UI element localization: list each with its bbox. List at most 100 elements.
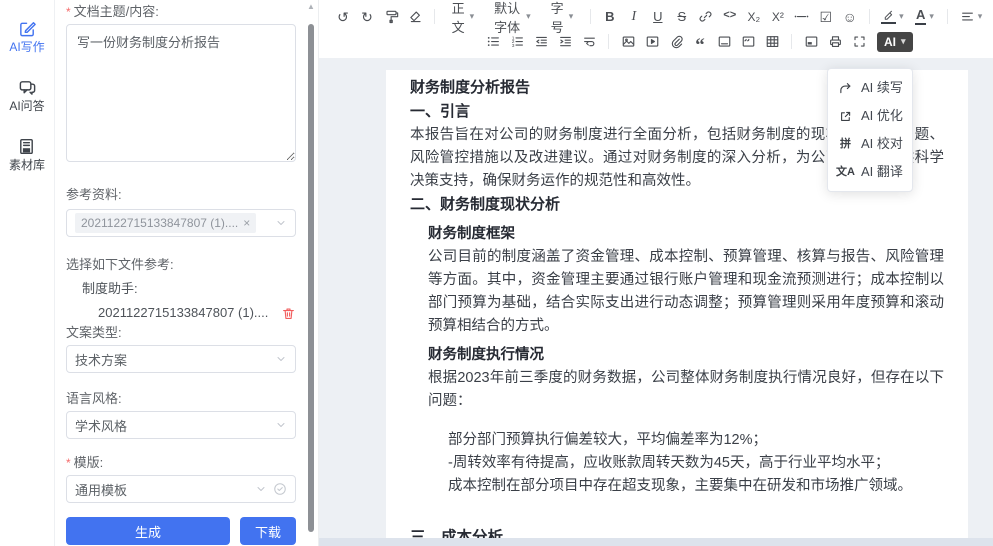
required-marker: *	[66, 4, 71, 20]
chevron-down-icon	[275, 217, 287, 229]
file-group-label: 制度助手:	[66, 281, 296, 297]
reference-label: 参考资料:	[66, 187, 296, 203]
format-painter-icon[interactable]	[380, 6, 402, 28]
task-list-icon[interactable]: ☑	[815, 6, 837, 28]
code-block-icon[interactable]	[737, 31, 759, 53]
divider-icon[interactable]	[713, 31, 735, 53]
horizontal-rule-icon[interactable]	[791, 6, 813, 28]
app-window: AI写作 AI问答素材库 * 文档主题/内容: 写一份财务制度分析报告 参考资料:…	[0, 0, 993, 546]
emoji-icon[interactable]: ☺	[839, 6, 861, 28]
paragraph-style-select-label: 正文	[452, 0, 465, 36]
panel-scrollbar[interactable]: ▲	[306, 2, 316, 544]
sidebar-item-label: 素材库	[9, 159, 45, 171]
sidebar-item-material-library[interactable]: 素材库	[9, 136, 45, 171]
ai-menu-item-4[interactable]: 文A AI 翻译	[828, 158, 912, 186]
chevron-down-icon: ▾	[569, 11, 574, 22]
underline-icon[interactable]: U	[647, 6, 669, 28]
redo-icon[interactable]: ↻	[356, 6, 378, 28]
undo-icon[interactable]: ↺	[332, 6, 354, 28]
chevron-down-icon	[255, 483, 267, 495]
doc-block-p1: 根据2023年前三季度的财务数据，公司整体财务制度执行情况良好，但存在以下问题：	[410, 367, 944, 413]
toolbar-row-1: ↺↻ 正文▾默认字体▾字号▾ BIUS <>X₂X² ☑☺ ▾ A▾ ▾	[331, 4, 987, 29]
chevron-down-icon: ▾	[470, 11, 475, 22]
fullscreen-icon[interactable]	[848, 31, 870, 53]
chevron-down-icon: ▾	[899, 12, 904, 21]
horizontal-scrollbar[interactable]	[319, 538, 993, 546]
highlight-color-icon[interactable]: ▾	[877, 6, 907, 28]
sidebar-item-ai-write[interactable]: AI写作	[9, 18, 44, 53]
bold-icon[interactable]: B	[599, 6, 621, 28]
file-name: 2021122715133847807 (1)....	[98, 303, 268, 323]
tag-remove-icon[interactable]: ×	[243, 216, 250, 230]
indent-icon[interactable]	[554, 31, 576, 53]
editor-toolbar: ↺↻正文▾默认字体▾字号▾BIUS<>X₂X²☑☺▾A▾▾123“AI▾	[319, 0, 993, 56]
topic-input[interactable]: 写一份财务制度分析报告	[66, 24, 296, 162]
toolbar-separator	[947, 9, 948, 24]
template-select[interactable]: 通用模板	[66, 475, 296, 503]
doc-block-sh: 财务制度执行情况	[410, 343, 944, 367]
qa-icon	[17, 77, 37, 97]
ai-menu-item-3[interactable]: 拼AI 校对	[828, 130, 912, 158]
reference-select[interactable]: 2021122715133847807 (1).... ×	[66, 209, 296, 237]
ai-translate-icon: 文A	[837, 167, 854, 178]
font-color-icon[interactable]: A▾	[909, 6, 939, 28]
embed-icon[interactable]	[800, 31, 822, 53]
style-label: 语言风格:	[66, 391, 296, 407]
strikethrough-icon[interactable]: S	[671, 6, 693, 28]
sidebar-item-ai-qa[interactable]: AI问答	[9, 77, 44, 112]
reference-tag[interactable]: 2021122715133847807 (1).... ×	[75, 213, 256, 233]
write-icon	[17, 18, 37, 38]
doc-block-sh: 财务制度框架	[410, 222, 944, 246]
print-icon[interactable]	[824, 31, 846, 53]
subscript-icon[interactable]: X₂	[743, 6, 765, 28]
download-button[interactable]: 下载	[240, 517, 296, 545]
table-icon[interactable]	[761, 31, 783, 53]
delete-file-icon[interactable]	[281, 306, 296, 321]
doc-type-label: 文案类型:	[66, 325, 296, 341]
bullet-list-icon[interactable]	[482, 31, 504, 53]
doc-block-p1: 公司目前的制度涵盖了资金管理、成本控制、预算管理、核算与报告、风险管理等方面。其…	[410, 246, 944, 338]
doc-block-h: 二、财务制度现状分析	[410, 193, 944, 217]
blockquote-icon[interactable]: “	[689, 31, 711, 53]
ai-menu-item-label: AI 翻译	[861, 164, 903, 180]
toolbar-separator	[608, 34, 609, 49]
ai-proofread-icon: 拼	[837, 139, 854, 150]
text-wrap-icon[interactable]	[578, 31, 600, 53]
align-icon[interactable]: ▾	[956, 6, 986, 28]
scroll-up-icon[interactable]: ▲	[306, 2, 316, 12]
library-icon	[17, 136, 37, 156]
sidebar-item-label: AI问答	[9, 100, 44, 112]
toolbar-separator	[590, 9, 591, 24]
clear-format-icon[interactable]	[404, 6, 426, 28]
ai-dropdown-button[interactable]: AI▾	[877, 32, 913, 52]
form-actions: 生成 下载	[66, 517, 296, 545]
ai-menu-item-1[interactable]: AI 续写	[828, 74, 912, 102]
topic-label: * 文档主题/内容:	[66, 4, 296, 20]
font-family-select[interactable]: 默认字体▾	[484, 6, 541, 28]
superscript-icon[interactable]: X²	[767, 6, 789, 28]
italic-icon[interactable]: I	[623, 6, 645, 28]
chevron-down-icon: ▾	[978, 12, 983, 21]
file-row: 2021122715133847807 (1)....	[66, 303, 296, 323]
ai-menu-item-2[interactable]: AI 优化	[828, 102, 912, 130]
outdent-icon[interactable]	[530, 31, 552, 53]
nav-rail: AI写作 AI问答素材库	[0, 0, 55, 546]
link-icon[interactable]	[695, 6, 717, 28]
scrollbar-thumb[interactable]	[308, 24, 314, 532]
attachment-icon[interactable]	[665, 31, 687, 53]
generate-button[interactable]: 生成	[66, 517, 230, 545]
toolbar-separator	[869, 9, 870, 24]
doc-type-select[interactable]: 技术方案	[66, 345, 296, 373]
style-select[interactable]: 学术风格	[66, 411, 296, 439]
paragraph-style-select[interactable]: 正文▾	[442, 6, 485, 28]
svg-text:3: 3	[511, 43, 514, 49]
ordered-list-icon[interactable]: 123	[506, 31, 528, 53]
video-icon[interactable]	[641, 31, 663, 53]
ai-dropdown-menu: AI 续写 AI 优化拼AI 校对文A AI 翻译	[827, 68, 913, 192]
inline-code-icon[interactable]: <>	[719, 6, 741, 28]
font-size-select[interactable]: 字号▾	[541, 6, 584, 28]
toolbar-row-2: 123 “ AI▾	[331, 29, 987, 54]
doc-block-li: 部分部门预算执行偏差较大，平均偏差率为12%；	[410, 429, 944, 452]
image-icon[interactable]	[617, 31, 639, 53]
ai-menu-item-label: AI 优化	[861, 108, 903, 124]
